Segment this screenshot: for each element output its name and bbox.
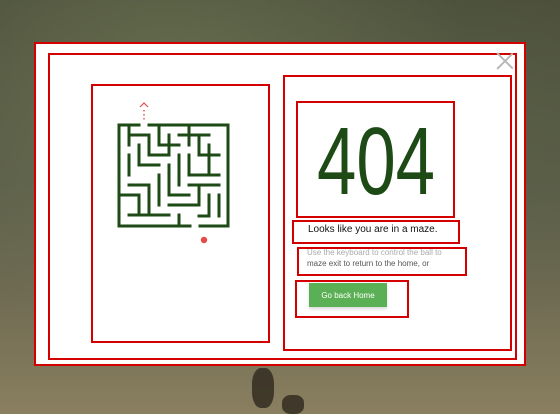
background-figure	[252, 368, 274, 408]
error-code: 404	[296, 103, 455, 216]
description-line: Use the keyboard to control the ball to	[307, 248, 442, 257]
go-home-button[interactable]: Go back Home	[309, 283, 387, 307]
description-line: maze exit to return to the home, or	[307, 259, 430, 268]
maze-walls	[117, 123, 230, 228]
background-figure	[282, 395, 304, 414]
maze-game[interactable]	[108, 98, 238, 248]
error-description: Use the keyboard to control the ball to …	[307, 247, 463, 275]
svg-text:404: 404	[317, 120, 435, 200]
error-heading: Looks like you are in a maze.	[308, 224, 438, 235]
error-code-text: 404	[317, 120, 435, 200]
up-arrow-icon	[139, 102, 149, 120]
close-icon[interactable]	[496, 52, 514, 70]
player-ball[interactable]	[200, 236, 208, 244]
